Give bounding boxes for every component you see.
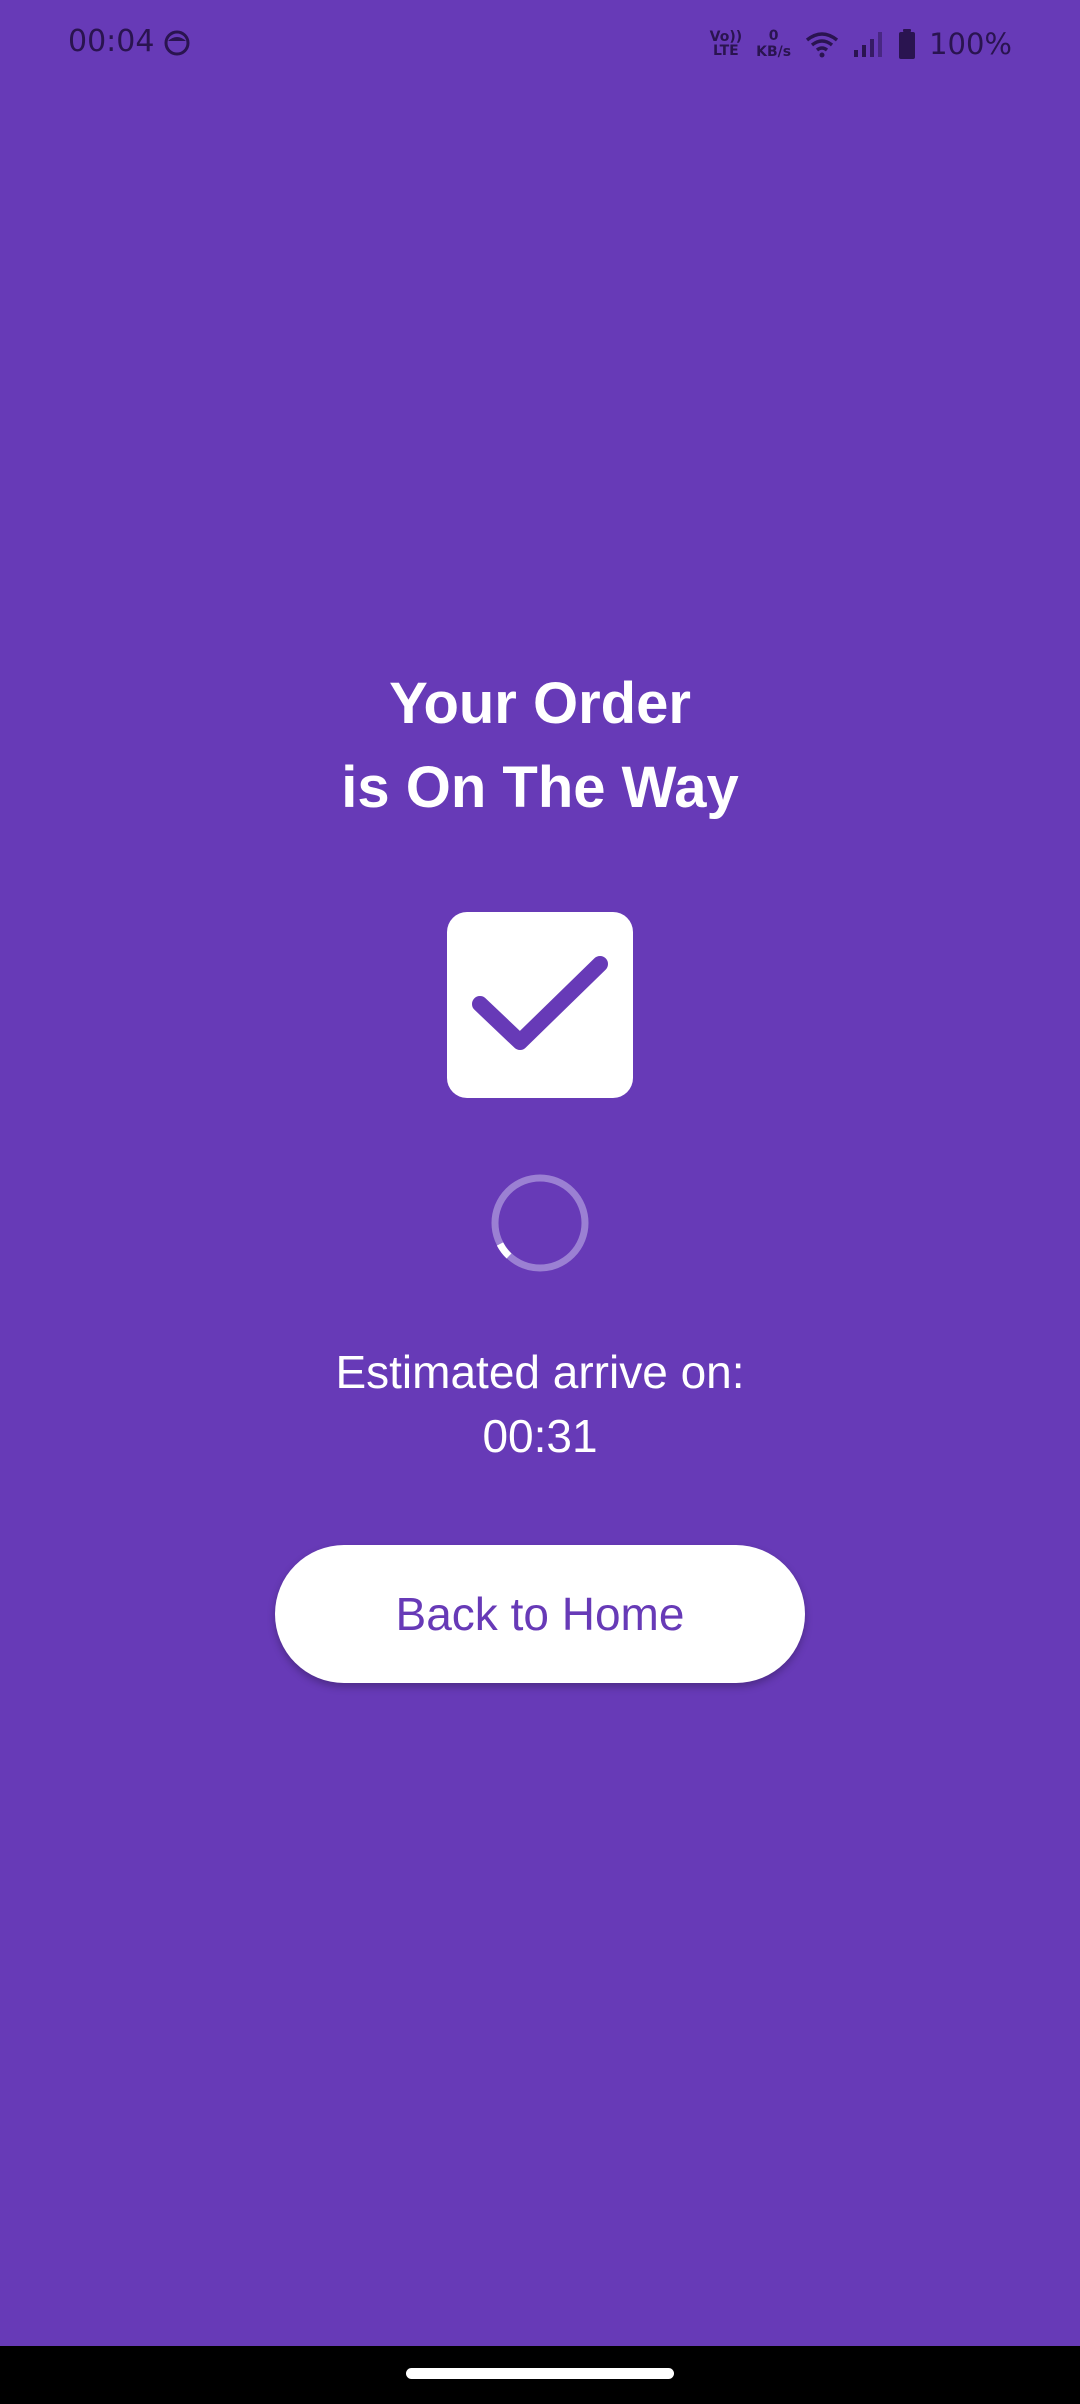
eta-time: 00:31 <box>482 1410 598 1462</box>
loading-spinner <box>491 1174 589 1272</box>
data-speed-value: 0 <box>768 28 779 44</box>
volte-icon: Vo)) LTE <box>709 29 743 59</box>
order-status-title: Your Order is On The Way <box>0 662 1080 830</box>
wifi-icon <box>805 32 839 58</box>
signal-icon <box>854 32 883 57</box>
back-to-home-label: Back to Home <box>395 1588 685 1640</box>
eta-label: Estimated arrive on: <box>335 1346 745 1398</box>
back-to-home-button[interactable]: Back to Home <box>275 1545 805 1683</box>
data-speed-unit: KB/s <box>756 44 792 60</box>
checkbox-checked-icon <box>447 912 633 1098</box>
status-icons: Vo)) LTE 0 KB/s 100% <box>710 22 1012 66</box>
battery-icon <box>899 29 916 59</box>
checkmark-icon <box>472 956 608 1050</box>
status-bar: 00:04 Vo)) LTE 0 KB/s 100% <box>0 0 1080 88</box>
gesture-handle[interactable] <box>406 2368 674 2379</box>
system-nav-bar <box>0 2346 1080 2404</box>
battery-percent: 100% <box>929 27 1012 61</box>
title-line-1: Your Order <box>389 671 691 736</box>
title-line-2: is On The Way <box>341 755 739 820</box>
status-time: 00:04 <box>68 24 155 59</box>
face-icon <box>164 30 190 56</box>
data-speed-indicator: 0 KB/s <box>756 28 791 60</box>
